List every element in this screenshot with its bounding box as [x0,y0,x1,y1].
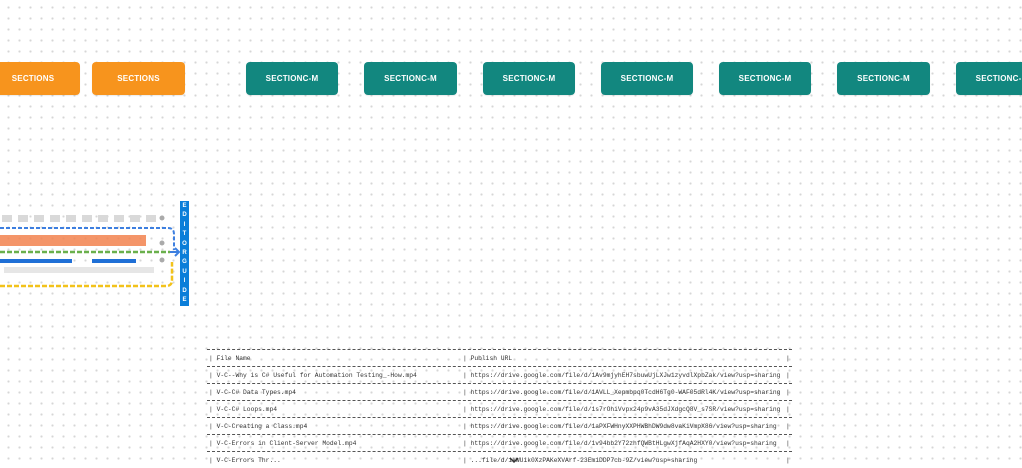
publish-url-cell[interactable]: https://drive.google.com/file/d/1AVLL_Xe… [471,389,781,396]
section-node[interactable]: SECTIONC-M [483,62,575,95]
publish-url-cell[interactable]: https://drive.google.com/file/d/1Av9mjyh… [471,372,781,379]
section-node-label: SECTIONC-M [502,74,556,83]
file-name-cell: V-C-Creating a Class.mp4 [216,422,308,430]
table-row[interactable]: | V-C-C# Loops.mp4 | https://drive.googl… [207,400,792,417]
column-header-file-name: File Name [216,354,251,362]
flow-lane-blue [0,259,72,263]
section-node-label: SECTIONC-M [975,74,1022,83]
section-node-label: SECTIONS [11,74,55,83]
editor-guide-letter: U [182,268,187,275]
section-node-label: SECTIONC-M [265,74,319,83]
editor-guide-letter: I [183,278,186,285]
section-node-label: SECTIONC-M [384,74,437,83]
section-node[interactable]: SECTIONC-M [956,62,1022,95]
section-node-label: SECTIONC-M [738,74,792,83]
editor-guide-letter: E [182,296,187,303]
flow-lane-orange [0,235,146,246]
flow-label-bar [4,267,154,273]
section-node-label: SECTIONC-M [857,74,910,83]
file-url-table[interactable]: | File Name | Publish URL | | V-C--Why i… [207,349,792,468]
editor-guide-letter: I [183,221,186,228]
file-name-cell: V-C-Errors Thr... [216,456,281,464]
editor-guide-letter: T [182,231,187,238]
editor-guide-letter: R [182,249,187,256]
section-node[interactable]: SECTIONC-M [246,62,338,95]
editor-guide-letter: G [182,259,187,266]
editor-guide-letter: O [182,240,187,247]
file-name-cell: V-C-C# Loops.mp4 [216,405,278,413]
publish-url-cell[interactable]: ...file/d/1kWUik0XzPAKeXVArf-23Em1DDP7cb… [471,457,698,464]
section-node-label: SECTIONS [117,74,160,83]
table-row[interactable]: | V-C-Errors Thr... | ...file/d/1kWUik0X… [207,451,792,468]
section-node[interactable]: SECTIONS [0,62,80,95]
file-name-cell: V-C-Errors in Client-Server Model.mp4 [216,439,357,447]
flow-connector [0,262,174,288]
file-name-cell: V-C-C# Data Types.mp4 [216,388,296,396]
section-node[interactable]: SECTIONC-M [719,62,811,95]
table-header-row: | File Name | Publish URL | [207,349,792,366]
section-node[interactable]: SECTIONC-M [837,62,930,95]
publish-url-cell[interactable]: https://drive.google.com/file/d/1s7rOhiV… [471,406,781,413]
section-node[interactable]: SECTIONS [92,62,185,95]
section-node[interactable]: SECTIONC-M [364,62,457,95]
editor-guide-letter: D [182,212,187,219]
chevron-down-icon[interactable] [509,456,519,464]
column-header-publish-url: Publish URL [470,354,513,362]
section-node-label: SECTIONC-M [620,74,674,83]
table-row[interactable]: | V-C-C# Data Types.mp4 | https://drive.… [207,383,792,400]
flow-lane-blue [92,259,136,263]
publish-url-cell[interactable]: https://drive.google.com/file/d/1v94bb2Y… [471,440,777,447]
section-node[interactable]: SECTIONC-M [601,62,693,95]
publish-url-cell[interactable]: https://drive.google.com/file/d/1aPXFWHn… [471,423,777,430]
table-row[interactable]: | V-C--Why is C# Useful for Automation T… [207,366,792,383]
editor-guide-letter: E [182,203,187,209]
table-row[interactable]: | V-C-Errors in Client-Server Model.mp4 … [207,434,792,451]
node-icons-row [2,215,156,222]
table-row[interactable]: | V-C-Creating a Class.mp4 | https://dri… [207,417,792,434]
pin-icon [159,215,165,263]
editor-guide-tab[interactable]: E D I T O R G U I D E [180,201,189,306]
flow-diagram-thumbnail[interactable] [0,210,190,310]
file-name-cell: V-C--Why is C# Useful for Automation Tes… [216,371,417,379]
editor-guide-letter: D [182,287,187,294]
